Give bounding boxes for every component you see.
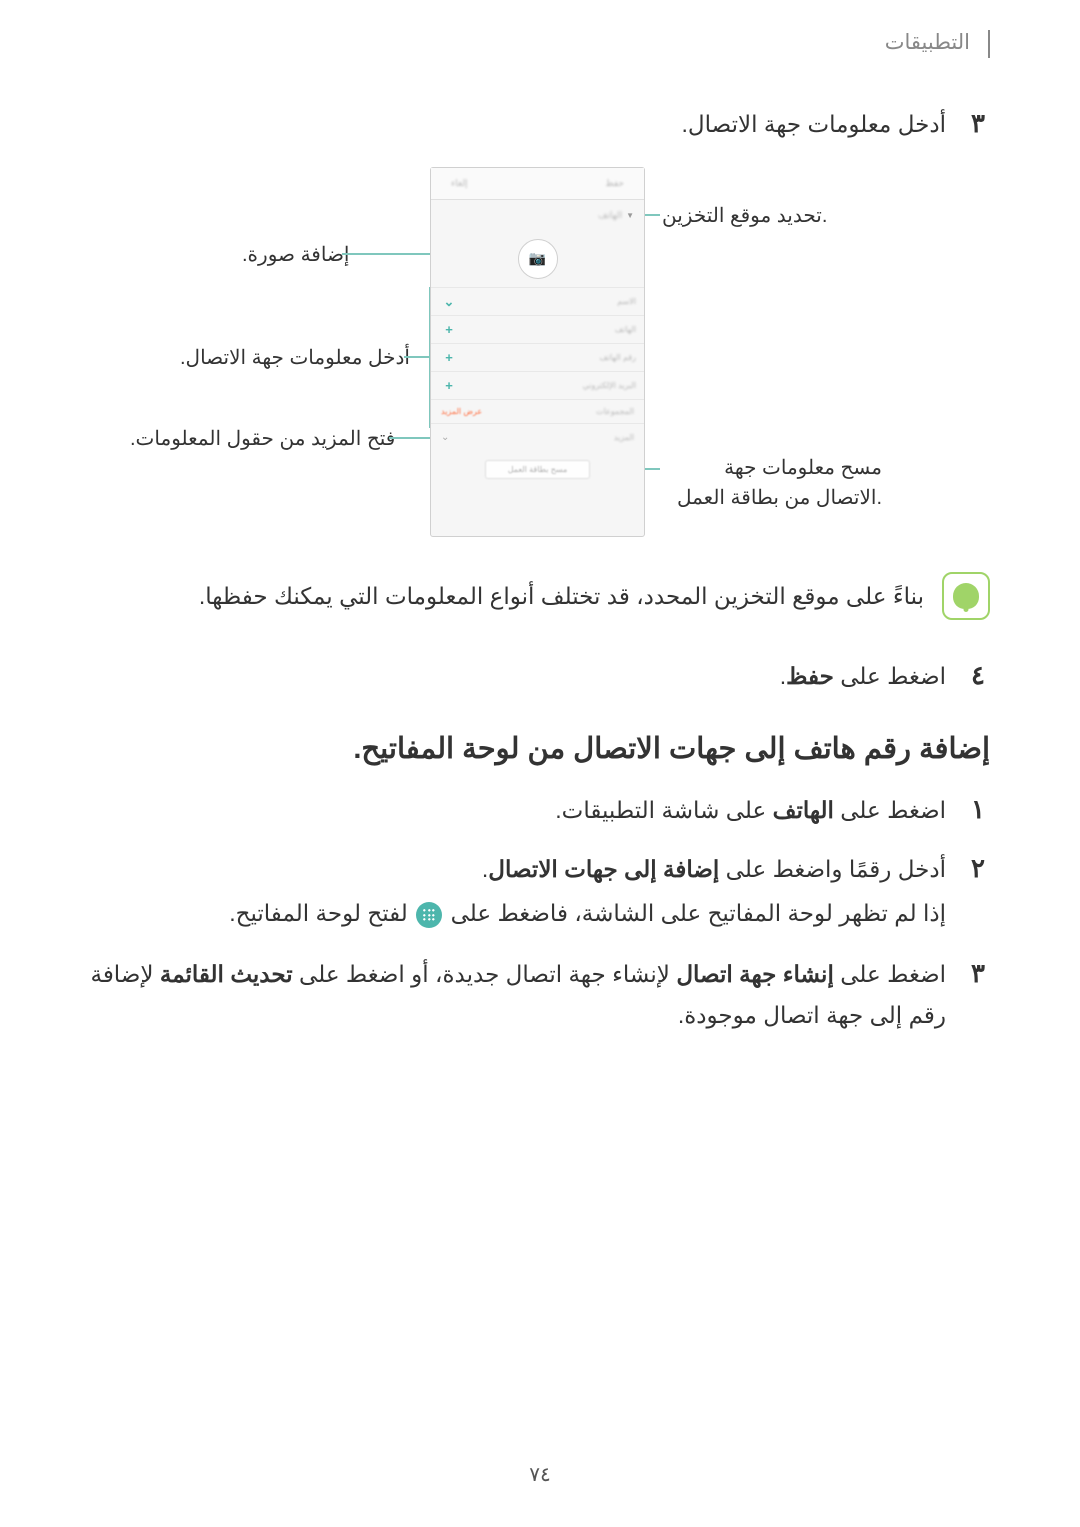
plus-icon: +: [441, 350, 457, 365]
phone-header-right: حفظ: [605, 178, 624, 189]
callout-more-fields: فتح المزيد من حقول المعلومات.: [130, 426, 395, 451]
more-fields-row: ⌄ المزيد: [431, 424, 644, 450]
camera-button: 📷: [518, 239, 558, 279]
plus-icon: +: [441, 378, 457, 393]
scan-card-button: مسح بطاقة العمل: [485, 460, 591, 479]
step-text: أدخل معلومات جهة الاتصال.: [682, 111, 946, 138]
section2-step-3: ٣ اضغط على إنشاء جهة اتصال لإنشاء جهة ات…: [90, 950, 990, 1037]
section2-step-2: ٢ أدخل رقمًا واضغط على إضافة إلى جهات ال…: [90, 853, 990, 884]
keypad-icon: [416, 902, 442, 928]
bell-shape: [953, 583, 979, 609]
callout-line: [404, 356, 431, 358]
chevron-down-icon: ⌄: [441, 432, 449, 443]
email-field: + البريد الإلكتروني: [431, 372, 644, 400]
name-field: ⌄ الاسم: [431, 288, 644, 316]
section-heading: إضافة رقم هاتف إلى جهات الاتصال من لوحة …: [90, 731, 990, 766]
info-note: بناءً على موقع التخزين المحدد، قد تختلف …: [90, 572, 990, 620]
step-3: ٣ أدخل معلومات جهة الاتصال.: [90, 108, 990, 139]
camera-icon: 📷: [529, 250, 546, 267]
add-photo-row: 📷: [431, 230, 644, 288]
chevron-down-icon: ⌄: [441, 294, 457, 310]
phone-header-left: إلغاء: [451, 178, 468, 189]
step-text: اضغط على الهاتف على شاشة التطبيقات.: [555, 797, 946, 824]
callout-storage: تحديد موقع التخزين.: [662, 203, 827, 228]
step-4: ٤ اضغط على حفظ.: [90, 660, 990, 691]
more-text: المزيد: [614, 433, 634, 442]
phone-header: إلغاء حفظ: [431, 168, 644, 200]
step-number: ٣: [966, 108, 990, 139]
step-number: ٢: [966, 853, 990, 884]
note-text: بناءً على موقع التخزين المحدد، قد تختلف …: [199, 583, 924, 610]
step-text: اضغط على إنشاء جهة اتصال لإنشاء جهة اتصا…: [90, 954, 946, 1037]
header-title: التطبيقات: [885, 31, 970, 54]
page-number: ٧٤: [0, 1462, 1080, 1487]
bell-icon: [942, 572, 990, 620]
contact-form-diagram: تحديد موقع التخزين. مسح معلومات جهة الات…: [90, 167, 990, 537]
step-text: اضغط على حفظ.: [780, 663, 946, 690]
storage-selector: الهاتف ▼: [431, 200, 644, 230]
step-number: ٣: [966, 950, 990, 997]
phone-field-2: + رقم الهاتف: [431, 344, 644, 372]
groups-right: المجموعات: [596, 407, 634, 416]
step-text: أدخل رقمًا واضغط على إضافة إلى جهات الات…: [482, 856, 946, 883]
callout-contact-info: أدخل معلومات جهة الاتصال.: [180, 345, 410, 370]
plus-icon: +: [441, 322, 457, 337]
callout-add-image: إضافة صورة.: [242, 242, 349, 267]
storage-label: الهاتف: [598, 210, 622, 221]
phone-mockup: إلغاء حفظ الهاتف ▼ 📷 ⌄ الاسم +: [430, 167, 645, 537]
scan-button-row: مسح بطاقة العمل: [431, 450, 644, 488]
chevron-down-icon: ▼: [626, 211, 634, 220]
page-header: التطبيقات: [90, 30, 990, 58]
callout-scan-card: مسح معلومات جهة الاتصال من بطاقة العمل.: [662, 453, 882, 513]
groups-row: عرض المزيد المجموعات: [431, 400, 644, 424]
groups-left: عرض المزيد: [441, 407, 482, 416]
section2-step-2-sub: إذا لم تظهر لوحة المفاتيح على الشاشة، فا…: [90, 900, 946, 928]
step-number: ١: [966, 794, 990, 825]
step-number: ٤: [966, 660, 990, 691]
section2-step-1: ١ اضغط على الهاتف على شاشة التطبيقات.: [90, 794, 990, 825]
phone-field: + الهاتف: [431, 316, 644, 344]
